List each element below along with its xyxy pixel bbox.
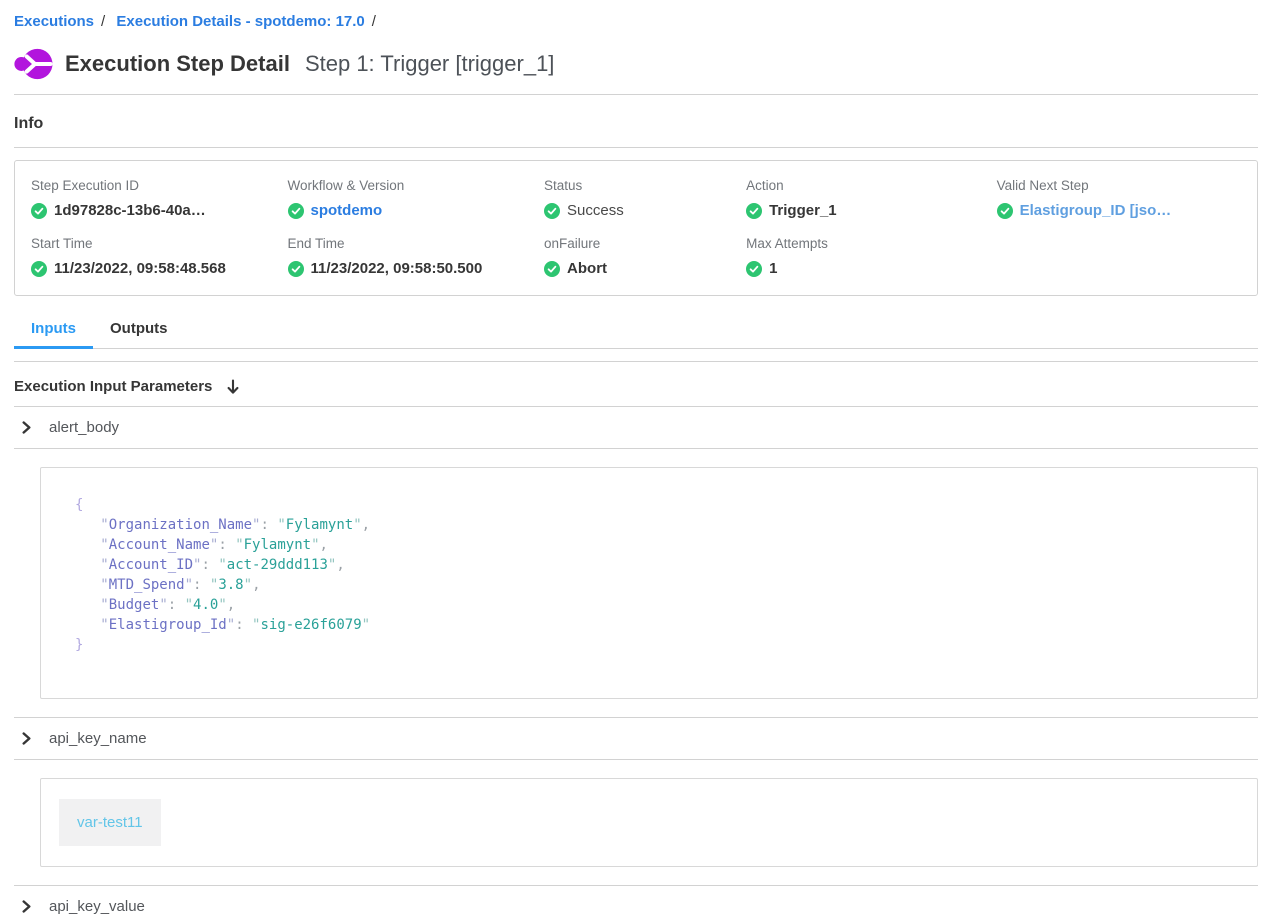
divider [14,147,1258,148]
success-check-icon [746,203,762,219]
breadcrumb-separator: / [372,13,376,30]
info-field-label: Valid Next Step [997,177,1241,195]
info-field: Start Time 11/23/2022, 09:58:48.568 [31,235,288,279]
info-field-value-text: Success [567,201,624,221]
chevron-right-icon [20,732,33,745]
info-field-value-text[interactable]: spotdemo [311,201,383,221]
param-json-viewer: { "Organization_Name": "Fylamynt", "Acco… [40,467,1258,699]
info-field-value: 11/23/2022, 09:58:48.568 [31,259,288,279]
param-value-chip: var-test11 [59,799,161,846]
info-field-value-text: 1 [769,259,777,279]
param-name: api_key_name [49,730,147,747]
info-field-value: Success [544,201,746,221]
page-header: Execution Step Detail Step 1: Trigger [t… [14,46,1258,82]
page: Executions / Execution Details - spotdemo… [0,0,1272,919]
info-field-value: 1 [746,259,996,279]
chevron-right-icon [20,421,33,434]
tab-bar: Inputs Outputs [14,312,1258,349]
tab-inputs[interactable]: Inputs [14,312,93,349]
success-check-icon [288,203,304,219]
breadcrumb-item: Execution Details - spotdemo: 17.0 / [116,13,383,30]
divider [14,361,1258,362]
param-row-api_key_value[interactable]: api_key_value [14,886,1258,919]
param-name: api_key_value [49,898,145,915]
params-header-label: Execution Input Parameters [14,378,212,395]
fylamynt-logo-icon [14,48,53,80]
info-card: Step Execution ID 1d97828c-13b6-40a… Wor… [14,160,1258,296]
collapse-arrow-down-icon[interactable] [226,379,240,395]
breadcrumb-link[interactable]: Executions [14,13,94,30]
success-check-icon [746,261,762,277]
info-field-label: onFailure [544,235,746,253]
params-list: alert_body { "Organization_Name": "Fylam… [14,407,1258,919]
success-check-icon [544,203,560,219]
tab-outputs[interactable]: Outputs [93,312,185,349]
info-field-label: Max Attempts [746,235,996,253]
info-field-value: 11/23/2022, 09:58:50.500 [288,259,545,279]
success-check-icon [31,203,47,219]
info-section-heading: Info [14,113,1258,135]
tab-label: Inputs [31,320,76,337]
info-field-value-text: Abort [567,259,607,279]
page-subtitle: Step 1: Trigger [trigger_1] [305,51,554,77]
info-field: onFailure Abort [544,235,746,279]
info-field: Action Trigger_1 [746,177,996,221]
success-check-icon [31,261,47,277]
param-name: alert_body [49,419,119,436]
json-code: { "Organization_Name": "Fylamynt", "Acco… [75,495,1223,655]
info-field-label: End Time [288,235,545,253]
info-field-value: spotdemo [288,201,545,221]
info-field-label: Workflow & Version [288,177,545,195]
info-field-label: Status [544,177,746,195]
info-field-value-text: 11/23/2022, 09:58:48.568 [54,259,226,279]
breadcrumb-item: Executions / [14,13,112,30]
info-field-value-text: 11/23/2022, 09:58:50.500 [311,259,483,279]
info-field: Status Success [544,177,746,221]
info-field-value: Trigger_1 [746,201,996,221]
success-check-icon [544,261,560,277]
info-field-value-text: 1d97828c-13b6-40a… [54,201,206,221]
success-check-icon [997,203,1013,219]
info-field: Max Attempts 1 [746,235,996,279]
info-field-value: Abort [544,259,746,279]
param-value-container: var-test11 [40,778,1258,867]
info-field-value: 1d97828c-13b6-40a… [31,201,288,221]
info-field: Workflow & Version spotdemo [288,177,545,221]
chevron-right-icon [20,900,33,913]
breadcrumb-link[interactable]: Execution Details - spotdemo: 17.0 [116,13,364,30]
info-field-label: Action [746,177,996,195]
breadcrumb-separator: / [101,13,105,30]
info-field-label: Start Time [31,235,288,253]
info-field: Valid Next Step Elastigroup_ID [jso… [997,177,1241,221]
success-check-icon [288,261,304,277]
info-field: Step Execution ID 1d97828c-13b6-40a… [31,177,288,221]
param-row-alert_body[interactable]: alert_body [14,407,1258,449]
divider [14,94,1258,95]
params-header: Execution Input Parameters [14,378,1258,407]
info-field: End Time 11/23/2022, 09:58:50.500 [288,235,545,279]
param-row-api_key_name[interactable]: api_key_name [14,718,1258,760]
info-field-value: Elastigroup_ID [jso… [997,201,1241,221]
page-title: Execution Step Detail [65,51,290,77]
info-field-label: Step Execution ID [31,177,288,195]
tab-label: Outputs [110,320,168,337]
info-field-value-text[interactable]: Elastigroup_ID [jso… [1020,201,1172,221]
info-field-value-text: Trigger_1 [769,201,837,221]
breadcrumb: Executions / Execution Details - spotdemo… [14,0,1258,32]
